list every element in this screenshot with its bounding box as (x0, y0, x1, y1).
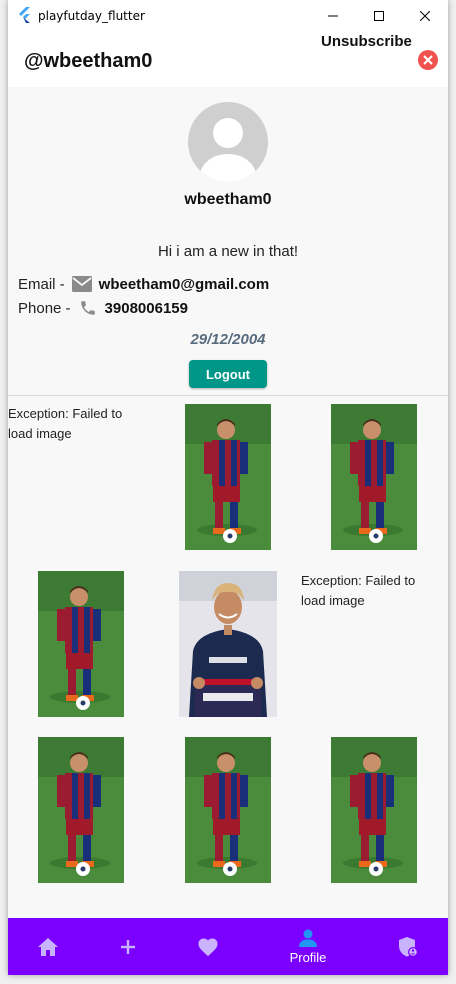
phone-row: Phone - 3908006159 (18, 297, 188, 319)
cancel-icon (423, 55, 433, 65)
player-photo-icon (38, 571, 124, 717)
phone-value: 3908006159 (104, 299, 188, 317)
post-image[interactable] (331, 737, 417, 883)
close-window-button[interactable] (402, 0, 448, 32)
avatar-placeholder-icon (200, 118, 256, 182)
email-label: Email - (18, 275, 65, 293)
window-titlebar: playfutday_flutter (8, 0, 448, 32)
post-image[interactable] (331, 404, 417, 550)
add-icon (121, 939, 135, 954)
post-image[interactable] (185, 737, 271, 883)
post-load-error: Exception: Failed to load image (301, 573, 416, 608)
app-window: playfutday_flutter @wbeetham0 Unsubscrib… (8, 0, 448, 975)
posts-grid: Exception: Failed to load image Exceptio… (8, 396, 448, 918)
player-photo-icon (331, 737, 417, 883)
birthdate: 29/12/2004 (190, 331, 266, 348)
avatar (188, 102, 268, 182)
email-icon (71, 274, 93, 294)
phone-label: Phone - (18, 299, 71, 317)
post-image[interactable] (38, 571, 124, 717)
profile-section: wbeetham0 Hi i am a new in that! Email -… (8, 87, 448, 395)
minimize-button[interactable] (310, 0, 356, 32)
bottom-navbar: Profile (8, 918, 448, 975)
close-icon (420, 11, 430, 21)
nav-favorites[interactable] (168, 918, 248, 975)
maximize-button[interactable] (356, 0, 402, 32)
post-image[interactable] (38, 737, 124, 883)
unsubscribe-button[interactable] (418, 50, 438, 70)
post-image[interactable] (185, 404, 271, 550)
app-bar: @wbeetham0 Unsubscribe (8, 32, 448, 87)
post-load-error: Exception: Failed to load image (8, 406, 123, 441)
minimize-icon (328, 15, 338, 17)
player-photo-neymar-icon (179, 571, 277, 717)
person-icon (299, 929, 317, 947)
player-photo-icon (331, 404, 417, 550)
email-value: wbeetham0@gmail.com (98, 275, 270, 293)
profile-username: wbeetham0 (184, 191, 272, 208)
nav-profile-label: Profile (289, 950, 327, 965)
nav-admin[interactable] (368, 918, 448, 975)
player-photo-icon (185, 737, 271, 883)
unsubscribe-label: Unsubscribe (321, 33, 412, 50)
logout-button[interactable]: Logout (189, 360, 267, 388)
phone-icon (77, 298, 99, 318)
nav-home[interactable] (8, 918, 88, 975)
player-photo-icon (38, 737, 124, 883)
flutter-logo-icon (19, 7, 30, 23)
nav-add[interactable] (88, 918, 168, 975)
profile-bio: Hi i am a new in that! (157, 243, 299, 260)
page-title: @wbeetham0 (24, 50, 153, 72)
player-photo-icon (185, 404, 271, 550)
email-row: Email - wbeetham0@gmail.com (18, 273, 269, 295)
maximize-icon (374, 11, 384, 21)
post-image[interactable] (179, 571, 277, 717)
nav-profile[interactable]: Profile (268, 918, 348, 975)
home-icon (38, 937, 58, 956)
admin-shield-icon (399, 936, 418, 957)
heart-icon (198, 938, 218, 956)
window-title: playfutday_flutter (38, 9, 145, 23)
